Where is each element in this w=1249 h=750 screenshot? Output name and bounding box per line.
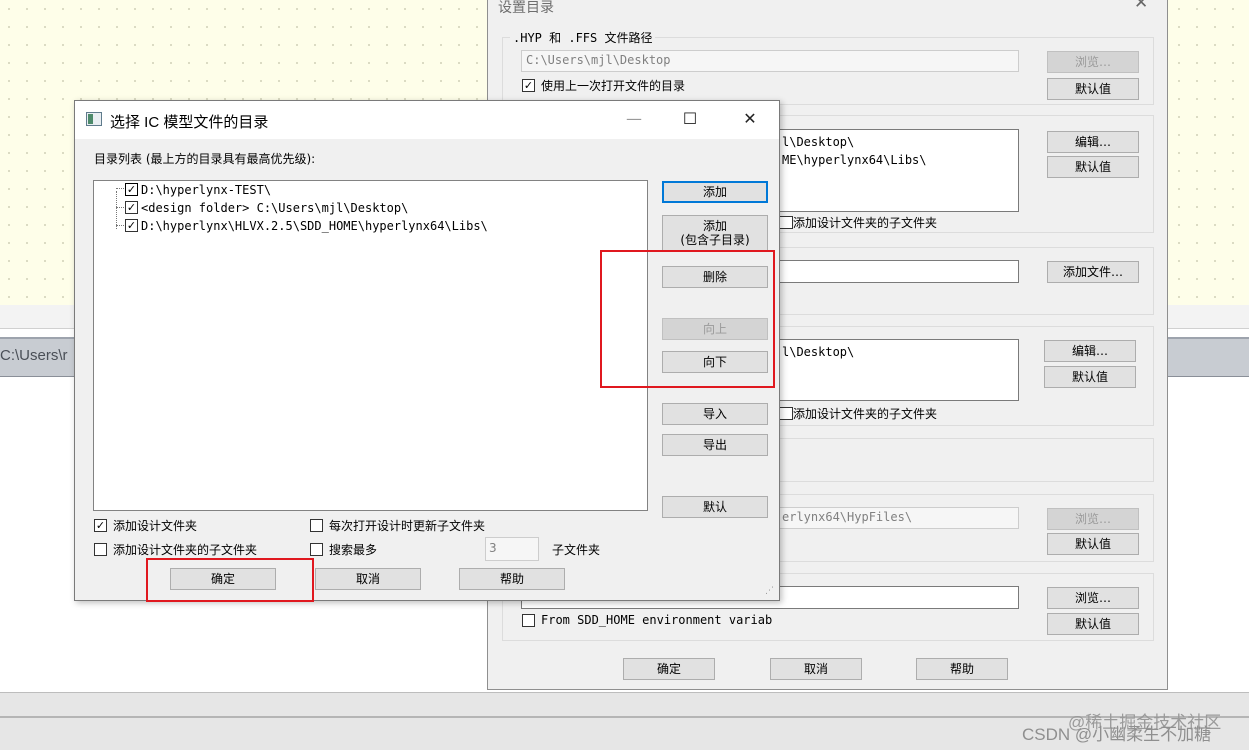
- help-button[interactable]: 帮助: [916, 658, 1008, 680]
- list-caption: 目录列表 (最上方的目录具有最高优先级):: [94, 152, 316, 166]
- list-item: l\Desktop\: [782, 345, 855, 359]
- default-button[interactable]: 默认值: [1044, 366, 1136, 388]
- use-last-checkbox[interactable]: ✓: [522, 79, 535, 92]
- directory-list[interactable]: ✓ D:\hyperlynx-TEST\ ✓ <design folder> C…: [93, 180, 648, 511]
- tree-connector: [116, 207, 124, 208]
- add-design-folder-checkbox[interactable]: ✓: [94, 519, 107, 532]
- search-depth-field[interactable]: 3: [485, 537, 539, 561]
- add-sub-checkbox[interactable]: [780, 216, 793, 229]
- add-with-subdirs-button[interactable]: 添加 (包含子目录): [662, 215, 768, 251]
- tree-connector: [116, 225, 124, 226]
- add-sub-checkbox-label: 添加设计文件夹的子文件夹: [793, 407, 938, 421]
- add-button[interactable]: 添加: [662, 181, 768, 203]
- list-item: l\Desktop\: [782, 135, 855, 149]
- dialog-title: 选择 IC 模型文件的目录: [110, 114, 269, 131]
- close-icon[interactable]: ✕: [735, 109, 765, 128]
- highlight-box-ok: [146, 558, 314, 602]
- model-dir-list[interactable]: l\Desktop\: [780, 339, 1019, 401]
- browse-button[interactable]: 浏览…: [1047, 587, 1139, 609]
- default-button[interactable]: 默认值: [1047, 613, 1139, 635]
- list-item: ME\hyperlynx64\Libs\: [782, 153, 927, 167]
- sdd-home-checkbox-label: From SDD_HOME environment variab: [541, 613, 773, 627]
- maximize-icon[interactable]: ☐: [675, 109, 705, 128]
- tree-line: [116, 191, 117, 229]
- highlight-box-reorder: [600, 250, 775, 388]
- entry-path: D:\hyperlynx-TEST\: [141, 183, 272, 197]
- entry-checkbox[interactable]: ✓: [125, 219, 138, 232]
- subfolder-label: 子文件夹: [552, 543, 601, 557]
- default-button[interactable]: 默认值: [1047, 78, 1139, 100]
- add-file-button[interactable]: 添加文件…: [1047, 261, 1139, 283]
- edit-button[interactable]: 编辑…: [1047, 131, 1139, 153]
- add-design-subfolders-label: 添加设计文件夹的子文件夹: [113, 543, 258, 557]
- browse-button[interactable]: 浏览…: [1047, 51, 1139, 73]
- resize-grip-icon[interactable]: ⋰: [765, 587, 775, 597]
- search-most-checkbox[interactable]: [310, 543, 323, 556]
- ic-model-list[interactable]: l\Desktop\ ME\hyperlynx64\Libs\: [780, 129, 1019, 212]
- search-most-label: 搜索最多: [329, 543, 378, 557]
- watermark-text: CSDN @小幽柔生不加糖: [1022, 725, 1212, 744]
- help-button[interactable]: 帮助: [459, 568, 565, 590]
- entry-path: D:\hyperlynx\HLVX.2.5\SDD_HOME\hyperlynx…: [141, 219, 488, 233]
- hyp-path-field[interactable]: C:\Users\mjl\Desktop: [521, 50, 1019, 72]
- import-button[interactable]: 导入: [662, 403, 768, 425]
- refresh-subfolders-checkbox[interactable]: [310, 519, 323, 532]
- file-field[interactable]: [780, 260, 1019, 283]
- cancel-button[interactable]: 取消: [770, 658, 862, 680]
- entry-checkbox[interactable]: ✓: [125, 183, 138, 196]
- ok-button[interactable]: 确定: [623, 658, 715, 680]
- close-icon[interactable]: ✕: [1134, 0, 1148, 13]
- add-design-subfolders-checkbox[interactable]: [94, 543, 107, 556]
- export-button[interactable]: 导出: [662, 434, 768, 456]
- entry-checkbox[interactable]: ✓: [125, 201, 138, 214]
- minimize-icon[interactable]: —: [619, 109, 649, 128]
- add-sub-checkbox[interactable]: [780, 407, 793, 420]
- edit-button[interactable]: 编辑…: [1044, 340, 1136, 362]
- hyp-ffs-group-label: .HYP 和 .FFS 文件路径: [510, 29, 656, 46]
- cancel-button[interactable]: 取消: [315, 568, 421, 590]
- button-label-line1: 添加: [702, 219, 727, 233]
- sdd-home-checkbox[interactable]: [522, 614, 535, 627]
- default-button[interactable]: 默认: [662, 496, 768, 518]
- app-icon: [86, 112, 102, 126]
- default-button[interactable]: 默认值: [1047, 156, 1139, 178]
- dialog-title: 设置目录: [498, 0, 554, 16]
- background-path-text: C:\Users\r: [0, 347, 68, 364]
- add-sub-checkbox-label: 添加设计文件夹的子文件夹: [793, 216, 938, 230]
- entry-path: <design folder> C:\Users\mjl\Desktop\: [141, 201, 409, 215]
- tree-connector: [116, 188, 124, 189]
- add-design-folder-label: 添加设计文件夹: [113, 519, 198, 533]
- refresh-subfolders-label: 每次打开设计时更新子文件夹: [329, 519, 486, 533]
- use-last-checkbox-label: 使用上一次打开文件的目录: [541, 79, 686, 93]
- background-divider: [0, 716, 1249, 718]
- hypfiles-path-field[interactable]: erlynx64\HypFiles\: [780, 507, 1019, 529]
- button-label-line2: (包含子目录): [680, 233, 750, 247]
- default-button[interactable]: 默认值: [1047, 533, 1139, 555]
- browse-button[interactable]: 浏览…: [1047, 508, 1139, 530]
